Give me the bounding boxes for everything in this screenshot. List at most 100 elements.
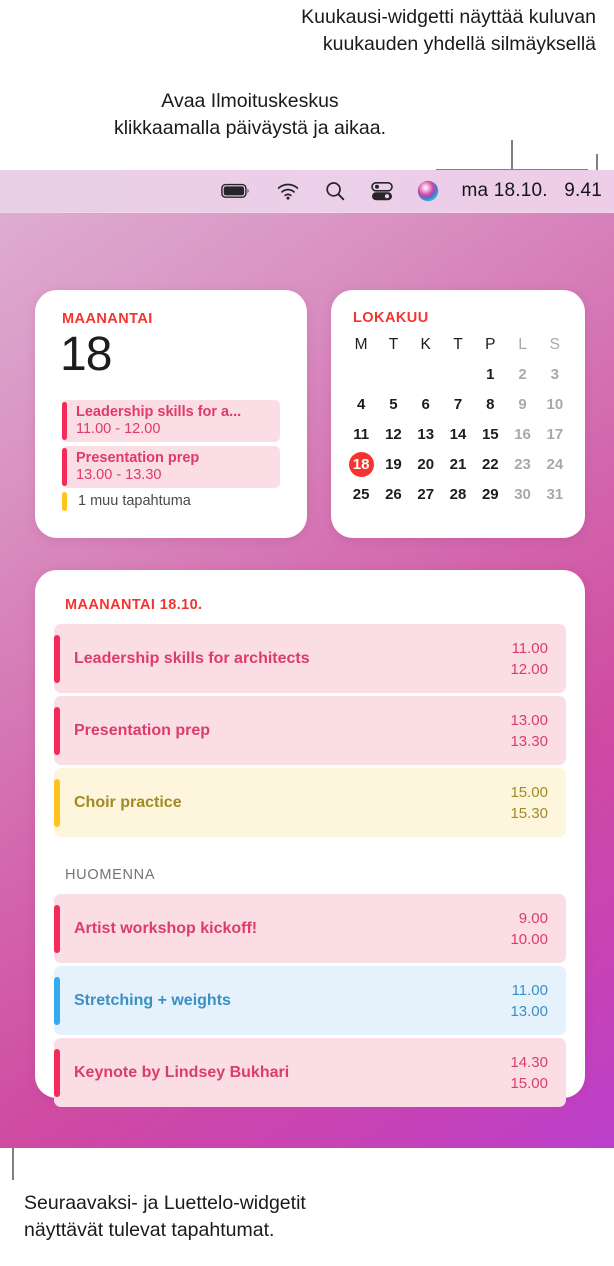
month-day-cell[interactable]: 23 [506, 452, 538, 477]
event-title: Leadership skills for a... [76, 404, 242, 420]
list-section-header: MAANANTAI 18.10. [65, 597, 203, 613]
list-widget-event[interactable]: Keynote by Lindsey Bukhari 14.30 15.00 [54, 1038, 566, 1107]
screenshot-root: Kuukausi-widgetti näyttää kuluvan kuukau… [0, 0, 614, 1266]
event-start-time: 13.00 [510, 711, 548, 729]
month-day-cell[interactable]: 16 [506, 422, 538, 447]
month-weekday-header: T [453, 335, 463, 353]
month-day-cell[interactable]: 24 [539, 452, 571, 477]
list-widget-event[interactable]: Stretching + weights 11.00 13.00 [54, 966, 566, 1035]
month-day-cell[interactable]: 10 [539, 392, 571, 417]
event-title: Artist workshop kickoff! [74, 919, 258, 937]
event-title: Leadership skills for architects [74, 649, 310, 667]
siri-icon[interactable] [417, 170, 439, 213]
annotation-caption-month-widget: Kuukausi-widgetti näyttää kuluvan kuukau… [301, 6, 596, 55]
event-accent-bar [62, 448, 67, 486]
event-time: 13.00 - 13.30 [76, 467, 162, 483]
event-start-time: 14.30 [510, 1053, 548, 1071]
month-day-cell[interactable]: 12 [377, 422, 409, 447]
event-end-time: 15.00 [510, 1074, 548, 1092]
month-day-cell[interactable]: 4 [345, 392, 377, 417]
month-day-cell[interactable]: 30 [506, 482, 538, 507]
month-day-cell[interactable]: 14 [442, 422, 474, 447]
menu-bar-clock[interactable]: ma 18.10. 9.41 [461, 180, 602, 202]
month-weekday-header: S [549, 335, 561, 353]
month-weekday-header: L [518, 335, 527, 353]
event-title: Presentation prep [76, 450, 200, 466]
month-day-cell[interactable]: 9 [506, 392, 538, 417]
list-widget-event[interactable]: Artist workshop kickoff! 9.00 10.00 [54, 894, 566, 963]
month-day-cell[interactable]: 11 [345, 422, 377, 447]
month-day-cell[interactable]: 28 [442, 482, 474, 507]
month-day-blank: . [410, 362, 442, 387]
month-day-cell[interactable]: 19 [377, 452, 409, 477]
month-widget[interactable]: LOKAKUU MTKTPLS....123456789101112131415… [331, 290, 585, 538]
month-day-today[interactable]: 18 [345, 452, 377, 477]
event-end-time: 15.30 [510, 804, 548, 822]
month-day-cell[interactable]: 31 [539, 482, 571, 507]
month-day-cell[interactable]: 8 [474, 392, 506, 417]
event-title: Keynote by Lindsey Bukhari [74, 1063, 290, 1081]
event-start-time: 9.00 [518, 909, 548, 927]
month-day-cell[interactable]: 22 [474, 452, 506, 477]
month-day-cell[interactable]: 27 [410, 482, 442, 507]
day-widget[interactable]: MAANANTAI 18 Leadership skills for a... … [35, 290, 307, 538]
event-time: 11.00 - 12.00 [76, 421, 161, 437]
event-accent-bar [62, 402, 67, 440]
event-start-time: 15.00 [510, 783, 548, 801]
event-start-time: 11.00 [511, 981, 548, 999]
day-widget-date-number: 18 [60, 328, 112, 381]
event-title: Stretching + weights [74, 991, 231, 1009]
month-day-blank: . [442, 362, 474, 387]
event-accent-bar [54, 904, 60, 953]
month-day-cell[interactable]: 25 [345, 482, 377, 507]
month-weekday-header: M [354, 335, 368, 353]
month-day-cell[interactable]: 21 [442, 452, 474, 477]
search-icon[interactable] [325, 170, 345, 213]
annotation-caption-list-widgets: Seuraavaksi- ja Luettelo-widgetit näyttä… [24, 1192, 306, 1241]
list-widget-event[interactable]: Leadership skills for architects 11.00 1… [54, 624, 566, 693]
month-day-cell[interactable]: 20 [410, 452, 442, 477]
menu-bar: ma 18.10. 9.41 [0, 170, 614, 213]
month-weekday-header: K [420, 335, 431, 353]
control-center-icon[interactable] [371, 170, 394, 213]
month-weekday-header: P [485, 335, 496, 353]
more-events-label: 1 muu tapahtuma [78, 493, 191, 509]
event-accent-bar [54, 634, 60, 683]
month-day-cell[interactable]: 17 [539, 422, 571, 447]
event-end-time: 13.00 [510, 1002, 548, 1020]
day-widget-event[interactable]: Leadership skills for a... 11.00 - 12.00 [62, 400, 280, 442]
month-day-cell[interactable]: 1 [474, 362, 506, 387]
event-end-time: 10.00 [510, 930, 548, 948]
event-accent-bar [54, 706, 60, 755]
event-accent-bar [54, 1048, 60, 1097]
wifi-icon[interactable] [277, 170, 299, 213]
list-widget-event[interactable]: Choir practice 15.00 15.30 [54, 768, 566, 837]
day-widget-weekday: MAANANTAI [62, 311, 153, 327]
month-day-blank: . [377, 362, 409, 387]
day-widget-more-events[interactable]: 1 muu tapahtuma [62, 490, 280, 512]
month-day-cell[interactable]: 3 [539, 362, 571, 387]
callout-line-clock-stem [511, 140, 513, 170]
month-day-cell[interactable]: 7 [442, 392, 474, 417]
month-day-cell[interactable]: 5 [377, 392, 409, 417]
desktop-background: ma 18.10. 9.41 MAANANTAI 18 Leadership s… [0, 170, 614, 1148]
list-widget-event[interactable]: Presentation prep 13.00 13.30 [54, 696, 566, 765]
battery-icon[interactable] [221, 170, 251, 213]
event-end-time: 12.00 [510, 660, 548, 678]
month-day-cell[interactable]: 15 [474, 422, 506, 447]
event-title: Presentation prep [74, 721, 211, 739]
event-start-time: 11.00 [511, 639, 548, 657]
month-day-cell[interactable]: 26 [377, 482, 409, 507]
annotation-caption-notification-center: Avaa Ilmoituskeskus klikkaamalla päiväys… [113, 90, 387, 139]
list-section-header: HUOMENNA [65, 867, 156, 883]
month-day-cell[interactable]: 6 [410, 392, 442, 417]
event-accent-bar [62, 491, 67, 511]
event-title: Choir practice [74, 793, 182, 811]
month-day-cell[interactable]: 13 [410, 422, 442, 447]
month-weekday-header: T [388, 335, 399, 353]
list-widget[interactable]: MAANANTAI 18.10. HUOMENNA Leadership ski… [35, 570, 585, 1107]
month-day-cell[interactable]: 2 [506, 362, 538, 387]
month-day-cell[interactable]: 29 [474, 482, 506, 507]
day-widget-event[interactable]: Presentation prep 13.00 - 13.30 [62, 446, 280, 488]
month-widget-grid: MTKTPLS....12345678910111213141516171819… [345, 332, 571, 507]
